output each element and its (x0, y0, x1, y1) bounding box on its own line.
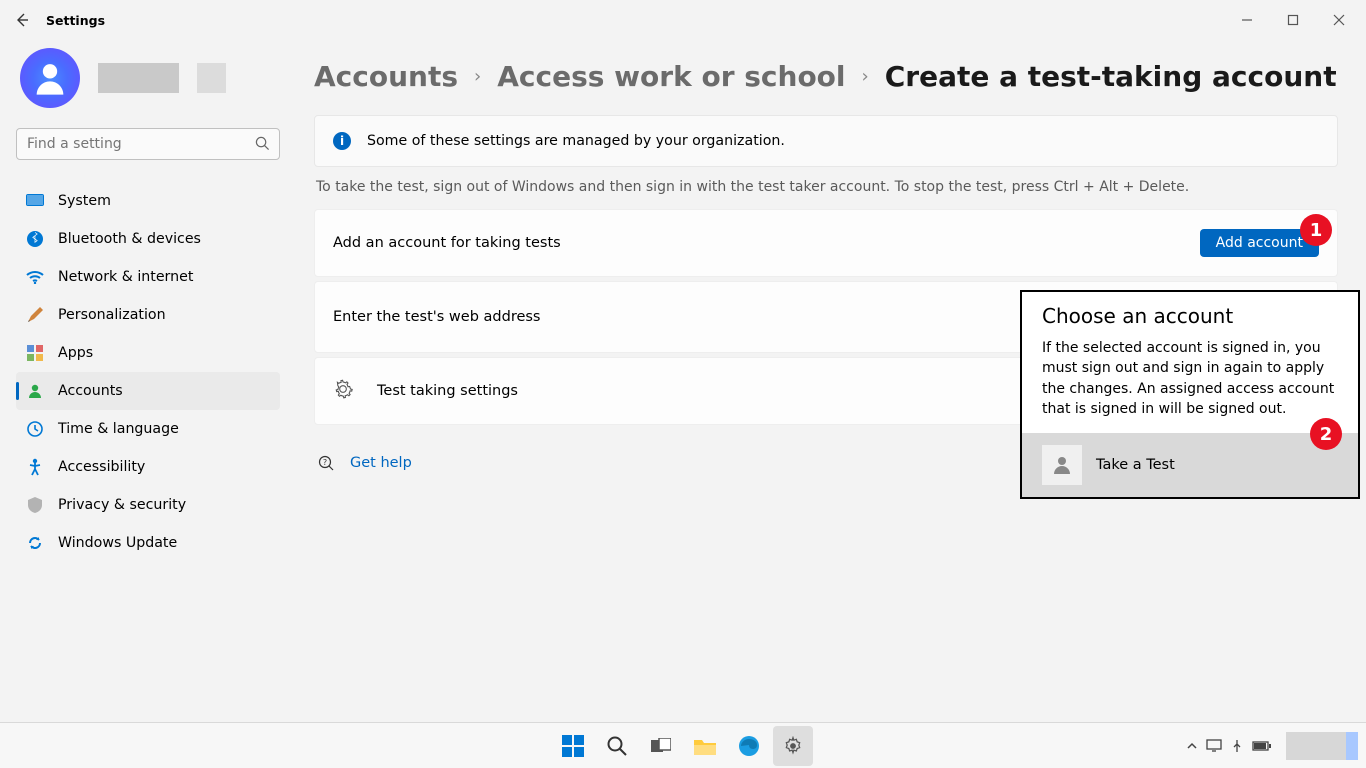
nav-label: Bluetooth & devices (58, 231, 201, 247)
close-icon (1333, 14, 1345, 26)
update-icon (26, 534, 44, 552)
accessibility-icon (26, 458, 44, 476)
tray-monitor-icon[interactable] (1206, 739, 1222, 753)
tray-clock-redacted[interactable] (1286, 732, 1358, 760)
popup-account-option[interactable]: Take a Test (1022, 433, 1358, 497)
breadcrumb-accounts[interactable]: Accounts (314, 60, 458, 93)
taskview-icon (651, 738, 671, 754)
row-label: Enter the test's web address (333, 309, 541, 325)
chevron-right-icon: › (474, 66, 481, 87)
tray-battery-icon[interactable] (1252, 740, 1272, 752)
sidebar-item-network[interactable]: Network & internet (16, 258, 280, 296)
breadcrumb: Accounts › Access work or school › Creat… (314, 60, 1338, 93)
bluetooth-icon (26, 230, 44, 248)
chevron-right-icon: › (862, 66, 869, 87)
org-managed-banner: i Some of these settings are managed by … (314, 115, 1338, 167)
sidebar-item-apps[interactable]: Apps (16, 334, 280, 372)
search-box (16, 128, 280, 160)
window-close[interactable] (1316, 0, 1362, 40)
annotation-badge-2: 2 (1310, 418, 1342, 450)
edge-icon (738, 735, 760, 757)
tray-usb-icon[interactable] (1230, 739, 1244, 753)
avatar (20, 48, 80, 108)
app-title: Settings (46, 13, 105, 28)
maximize-icon (1287, 14, 1299, 26)
nav-label: Accounts (58, 383, 123, 399)
person-icon (30, 58, 70, 98)
nav-label: Apps (58, 345, 93, 361)
sidebar-item-system[interactable]: System (16, 182, 280, 220)
taskbar (0, 722, 1366, 768)
task-view[interactable] (641, 726, 681, 766)
gear-icon (333, 379, 353, 403)
info-icon: i (333, 132, 351, 150)
sidebar-item-time[interactable]: Time & language (16, 410, 280, 448)
file-explorer[interactable] (685, 726, 725, 766)
title-bar: Settings (0, 0, 1366, 40)
edge-browser[interactable] (729, 726, 769, 766)
monitor-icon (26, 192, 44, 210)
taskbar-search[interactable] (597, 726, 637, 766)
nav-label: Time & language (58, 421, 179, 437)
apps-icon (26, 344, 44, 362)
accounts-icon (26, 382, 44, 400)
popup-avatar (1042, 445, 1082, 485)
nav-label: Accessibility (58, 459, 145, 475)
paint-icon (26, 306, 44, 324)
choose-account-popup: Choose an account If the selected accoun… (1020, 290, 1360, 499)
help-icon: ? (318, 455, 334, 471)
sidebar-item-privacy[interactable]: Privacy & security (16, 486, 280, 524)
nav-list: System Bluetooth & devices Network & int… (16, 182, 280, 562)
nav-label: System (58, 193, 111, 209)
search-icon (255, 136, 270, 155)
banner-message: Some of these settings are managed by yo… (367, 133, 785, 149)
tray-chevron[interactable] (1186, 740, 1198, 752)
shield-icon (26, 496, 44, 514)
wifi-icon (26, 268, 44, 286)
breadcrumb-access-work-school[interactable]: Access work or school (497, 60, 845, 93)
clock-icon (26, 420, 44, 438)
annotation-badge-1: 1 (1300, 214, 1332, 246)
nav-label: Windows Update (58, 535, 177, 551)
popup-title: Choose an account (1042, 304, 1338, 328)
main-content: Choose an account If the selected accoun… (296, 40, 1366, 722)
svg-text:?: ? (323, 458, 327, 467)
search-input[interactable] (16, 128, 280, 160)
sidebar-item-bluetooth[interactable]: Bluetooth & devices (16, 220, 280, 258)
nav-label: Network & internet (58, 269, 193, 285)
window-minimize[interactable] (1224, 0, 1270, 40)
arrow-left-icon (14, 12, 30, 28)
search-icon (606, 735, 628, 757)
user-info-redacted (197, 63, 226, 93)
sidebar-item-accessibility[interactable]: Accessibility (16, 448, 280, 486)
sidebar-item-update[interactable]: Windows Update (16, 524, 280, 562)
sidebar-item-personalization[interactable]: Personalization (16, 296, 280, 334)
nav-label: Personalization (58, 307, 166, 323)
instructions-text: To take the test, sign out of Windows an… (314, 179, 1338, 195)
minimize-icon (1241, 14, 1253, 26)
sidebar: System Bluetooth & devices Network & int… (0, 40, 296, 722)
gear-icon (783, 736, 803, 756)
windows-icon (562, 735, 584, 757)
page-title: Create a test-taking account (885, 60, 1337, 93)
row-label: Add an account for taking tests (333, 235, 561, 251)
user-name-redacted (98, 63, 179, 93)
sidebar-item-accounts[interactable]: Accounts (16, 372, 280, 410)
settings-app[interactable] (773, 726, 813, 766)
chevron-up-icon (1186, 740, 1198, 752)
window-maximize[interactable] (1270, 0, 1316, 40)
user-block[interactable] (16, 48, 280, 108)
back-button[interactable] (4, 2, 40, 38)
popup-account-label: Take a Test (1096, 457, 1175, 473)
nav-label: Privacy & security (58, 497, 186, 513)
popup-description: If the selected account is signed in, yo… (1042, 338, 1338, 419)
person-icon (1050, 453, 1074, 477)
add-account-row: Add an account for taking tests Add acco… (314, 209, 1338, 277)
folder-icon (694, 737, 716, 755)
start-button[interactable] (553, 726, 593, 766)
get-help-link[interactable]: Get help (350, 455, 412, 471)
row-label: Test taking settings (377, 383, 518, 399)
